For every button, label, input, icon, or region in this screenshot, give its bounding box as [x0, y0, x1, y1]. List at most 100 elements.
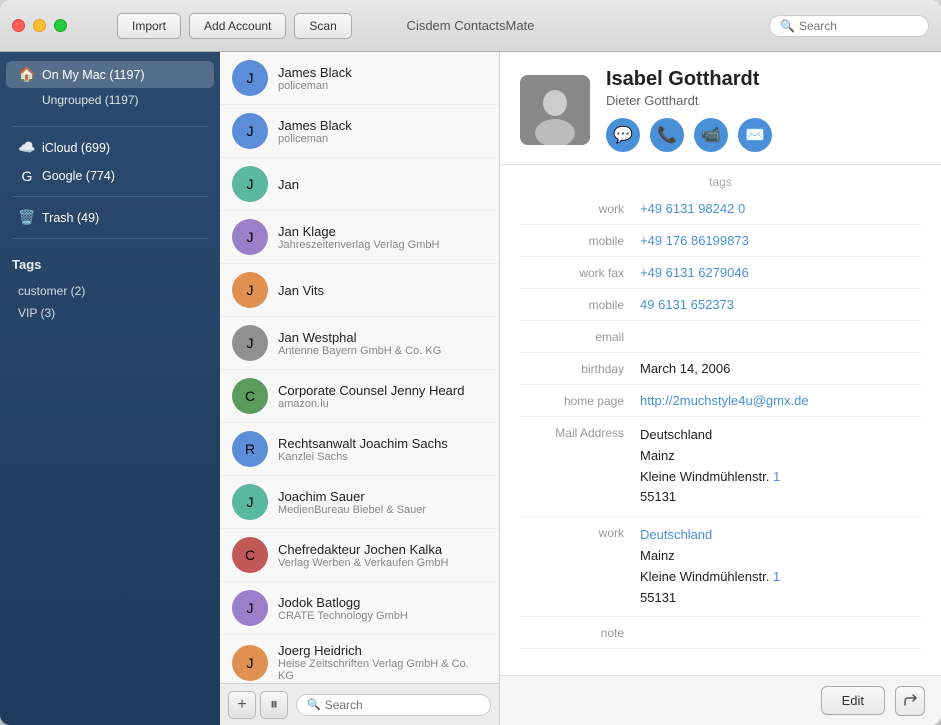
sidebar-item-on-my-mac[interactable]: 🏠 On My Mac (1197) — [6, 61, 214, 88]
toolbar-buttons: Import Add Account Scan — [117, 13, 352, 39]
avatar: J — [232, 113, 268, 149]
traffic-lights — [12, 19, 67, 32]
footer-search: 🔍 — [296, 694, 491, 716]
maximize-button[interactable] — [54, 19, 67, 32]
contact-name: Jan — [278, 177, 487, 192]
sidebar-item-trash[interactable]: 🗑️ Trash (49) — [6, 204, 214, 231]
list-item[interactable]: J Joachim Sauer MedienBureau Biebel & Sa… — [220, 476, 499, 529]
field-label: birthday — [520, 361, 640, 376]
close-button[interactable] — [12, 19, 25, 32]
field-label: mobile — [520, 297, 640, 312]
add-contact-button[interactable]: + — [228, 691, 256, 719]
list-item[interactable]: J Jan Klage Jahreszeitenverlag Verlag Gm… — [220, 211, 499, 264]
avatar: J — [232, 219, 268, 255]
sidebar: 🏠 On My Mac (1197) Ungrouped (1197) ☁️ i… — [0, 52, 220, 725]
field-label: work — [520, 201, 640, 216]
avatar: J — [232, 590, 268, 626]
avatar-letter: C — [245, 388, 255, 404]
avatar-letter: J — [247, 176, 254, 192]
sidebar-on-my-mac-label: On My Mac (1197) — [42, 68, 202, 82]
list-item[interactable]: J James Black policeman — [220, 52, 499, 105]
add-account-button[interactable]: Add Account — [189, 13, 286, 39]
detail-row-mail-address: Mail Address DeutschlandMainzKleine Wind… — [520, 417, 921, 517]
main-area: 🏠 On My Mac (1197) Ungrouped (1197) ☁️ i… — [0, 52, 941, 725]
detail-row-birthday: birthday March 14, 2006 — [520, 353, 921, 385]
minimize-button[interactable] — [33, 19, 46, 32]
avatar: J — [232, 325, 268, 361]
field-label: work fax — [520, 265, 640, 280]
mac-icon: 🏠 — [18, 66, 36, 83]
email-action-button[interactable]: ✉️ — [738, 118, 772, 152]
contact-info: Jan Westphal Antenne Bayern GmbH & Co. K… — [278, 330, 487, 357]
message-action-button[interactable]: 💬 — [606, 118, 640, 152]
detail-body: tags work +49 6131 98242 0 mobile +49 17… — [500, 165, 941, 675]
footer-search-input[interactable] — [325, 698, 480, 712]
avatar: J — [232, 645, 268, 681]
avatar-letter: J — [247, 600, 254, 616]
footer-search-icon: 🔍 — [307, 698, 321, 711]
contact-name: James Black — [278, 118, 487, 133]
avatar: J — [232, 166, 268, 202]
field-label: mobile — [520, 233, 640, 248]
contact-name: Corporate Counsel Jenny Heard — [278, 383, 487, 398]
video-action-button[interactable]: 📹 — [694, 118, 728, 152]
avatar-letter: J — [247, 494, 254, 510]
sidebar-item-google[interactable]: G Google (774) — [6, 163, 214, 189]
edit-button[interactable]: Edit — [821, 686, 885, 715]
avatar: C — [232, 378, 268, 414]
detail-row-work-address: work DeutschlandMainzKleine Windmühlenst… — [520, 517, 921, 617]
avatar-letter: J — [247, 229, 254, 245]
list-item[interactable]: J Jan Westphal Antenne Bayern GmbH & Co.… — [220, 317, 499, 370]
app-title: Cisdem ContactsMate — [407, 18, 535, 33]
detail-avatar-inner — [520, 75, 590, 145]
list-item[interactable]: J Jan — [220, 158, 499, 211]
field-value[interactable]: http://2muchstyle4u@gmx.de — [640, 393, 921, 408]
avatar: J — [232, 484, 268, 520]
contact-name: Chefredakteur Jochen Kalka — [278, 542, 487, 557]
sidebar-trash-label: Trash (49) — [42, 211, 202, 225]
sidebar-divider-3 — [12, 238, 208, 239]
search-input[interactable] — [799, 19, 919, 33]
list-item[interactable]: J James Black policeman — [220, 105, 499, 158]
avatar-letter: J — [247, 335, 254, 351]
contact-name: Joerg Heidrich — [278, 643, 487, 658]
contact-info: Joachim Sauer MedienBureau Biebel & Saue… — [278, 489, 487, 516]
contact-info: Corporate Counsel Jenny Heard amazon.lu — [278, 383, 487, 410]
sidebar-tag-customer[interactable]: customer (2) — [12, 280, 208, 302]
search-bar: 🔍 — [769, 15, 929, 37]
import-button[interactable]: Import — [117, 13, 181, 39]
contact-name: Rechtsanwalt Joachim Sachs — [278, 436, 487, 451]
contact-subtitle: CRATE Technology GmbH — [278, 610, 487, 622]
contact-subtitle: Heise Zeitschriften Verlag GmbH & Co. KG — [278, 658, 487, 682]
field-label: Mail Address — [520, 425, 640, 440]
list-item[interactable]: J Jodok Batlogg CRATE Technology GmbH — [220, 582, 499, 635]
detail-panel: Isabel Gotthardt Dieter Gotthardt 💬 📞 📹 … — [500, 52, 941, 725]
list-item[interactable]: R Rechtsanwalt Joachim Sachs Kanzlei Sac… — [220, 423, 499, 476]
list-item[interactable]: C Corporate Counsel Jenny Heard amazon.l… — [220, 370, 499, 423]
sidebar-item-icloud[interactable]: ☁️ iCloud (699) — [6, 134, 214, 161]
share-button[interactable] — [895, 686, 925, 716]
titlebar: Import Add Account Scan Cisdem ContactsM… — [0, 0, 941, 52]
detail-subtitle: Dieter Gotthardt — [606, 93, 772, 108]
phone-action-button[interactable]: 📞 — [650, 118, 684, 152]
contact-name: Jodok Batlogg — [278, 595, 487, 610]
contact-subtitle: Verlag Werben & Verkaufen GmbH — [278, 557, 487, 569]
contact-name: Jan Klage — [278, 224, 487, 239]
contact-subtitle: amazon.lu — [278, 398, 487, 410]
list-item[interactable]: C Chefredakteur Jochen Kalka Verlag Werb… — [220, 529, 499, 582]
avatar-svg — [520, 75, 590, 145]
list-item[interactable]: J Joerg Heidrich Heise Zeitschriften Ver… — [220, 635, 499, 683]
detail-actions: 💬 📞 📹 ✉️ — [606, 118, 772, 152]
contact-subtitle: policeman — [278, 80, 487, 92]
contact-name: Jan Vits — [278, 283, 487, 298]
contact-subtitle: Kanzlei Sachs — [278, 451, 487, 463]
list-item[interactable]: J Jan Vits — [220, 264, 499, 317]
sidebar-tag-vip[interactable]: VIP (3) — [12, 302, 208, 324]
field-label: home page — [520, 393, 640, 408]
sidebar-item-ungrouped[interactable]: Ungrouped (1197) — [6, 89, 214, 111]
field-label: work — [520, 525, 640, 540]
pause-button[interactable]: ⏸ — [260, 691, 288, 719]
contact-subtitle: MedienBureau Biebel & Sauer — [278, 504, 487, 516]
tags-section-label: tags — [520, 165, 921, 193]
scan-button[interactable]: Scan — [294, 13, 351, 39]
